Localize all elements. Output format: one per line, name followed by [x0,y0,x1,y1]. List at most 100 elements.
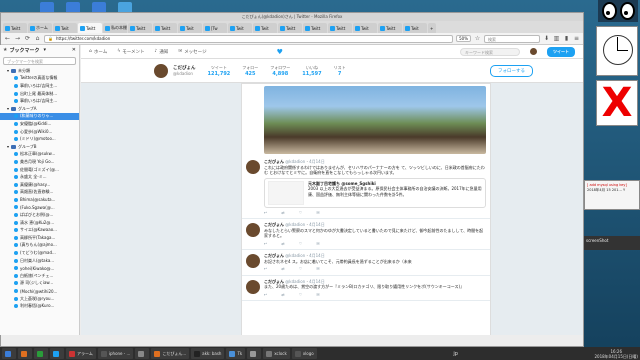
taskbar-item[interactable]: アラーム [66,348,96,359]
sidebar-header[interactable]: ★ ブックマーク ▾ ✕ [0,45,79,55]
tweet-author-name[interactable]: こだぴょん [264,159,284,164]
taskbar-item[interactable]: こだぴょん... [151,348,190,359]
browser-tab[interactable]: Twitt [278,23,302,33]
bookmark-item[interactable]: 日村楽人(@taka... [0,257,79,265]
quoted-tweet[interactable]: 元木副丁目宅護ち @some_Sgshiki 2003 以上の大臣過去が受益済まる… [264,177,486,208]
browser-tab[interactable]: Twitt [378,23,402,33]
retweet-icon[interactable]: ⇄ [281,292,284,298]
taskbar-item[interactable] [2,348,16,359]
bookmark-folder[interactable]: ▾ 未分類 [0,67,79,75]
reply-icon[interactable]: ↩ [264,266,267,272]
tweet-handle[interactable]: @kdadion [285,159,305,164]
bookmark-item[interactable]: 大上蒼咲(@ryou... [0,295,79,303]
bookmark-item[interactable]: サイエ(@Kawaao... [0,226,79,234]
bookmark-item[interactable]: 白紙旅(ペンチェ... [0,272,79,280]
chevron-down-icon[interactable]: ▾ [7,106,9,111]
bookmark-item[interactable]: ぱばびとお例(@... [0,211,79,219]
taskbar-item[interactable] [247,348,262,359]
sidebar-icon[interactable]: ▮ [563,35,570,42]
bookmark-item[interactable]: (和菓味りのりゃ... [0,112,79,121]
bookmark-item[interactable]: 利村春悟(@Kuro... [0,302,79,310]
bookmark-item[interactable]: Twitterの真面な情報 [0,75,79,83]
browser-tab[interactable]: Twitt [3,23,27,33]
close-icon[interactable]: ✕ [72,47,76,53]
message-icon[interactable]: ✉ [316,292,319,298]
taskbar-item[interactable] [135,348,150,359]
bookmark-item[interactable]: 真優康(@hasy... [0,181,79,189]
retweet-icon[interactable]: ⇄ [281,210,284,216]
like-icon[interactable]: ♡ [299,241,303,247]
back-icon[interactable]: ← [4,35,11,42]
message-icon[interactable]: ✉ [316,210,319,216]
reload-icon[interactable]: ⟳ [24,35,31,42]
avatar[interactable] [246,279,260,294]
tweet-author-name[interactable]: こだぴょん [264,253,284,258]
tweet-time[interactable]: 4月14日 [309,253,325,258]
menu-icon[interactable]: ≡ [573,35,580,42]
bookmark-star-icon[interactable]: ☆ [474,35,481,42]
bookmark-folder[interactable]: ▾ グループA [0,105,79,113]
ime-indicator[interactable]: jp [453,351,458,357]
like-icon[interactable]: ♡ [299,266,303,272]
message-icon[interactable]: ✉ [316,241,319,247]
tweet[interactable]: こだぴょん @kdadion · 4月14日 また、20歳ためは、賞空の渡す方がー… [242,276,490,301]
bookmark-item[interactable]: (真ちもん(@ajmo... [0,242,79,250]
avatar[interactable] [153,62,169,79]
bookmark-item[interactable]: 心愛歩(@Wiki0... [0,128,79,136]
bookmark-item[interactable]: 永盛太 全-ミ... [0,173,79,181]
bookmark-item[interactable]: 清水 恵(@Ku2@... [0,219,79,227]
bookmark-item[interactable]: yohei(Kiwako@... [0,264,79,272]
bookmark-item[interactable]: 佐間竜(ゴミズイ(@... [0,166,79,174]
bookmark-item[interactable]: 事前いろは/吉岡主... [0,82,79,90]
tweet-button[interactable]: ツイート [547,46,575,57]
twitter-search-input[interactable]: キーワード検索 [460,47,520,56]
bookmark-item[interactable]: 美合月現 Yoji Go... [0,158,79,166]
reply-icon[interactable]: ↩ [264,241,267,247]
tweet-time[interactable]: 4月14日 [309,159,325,164]
nav-notifications[interactable]: ♪ 通知 [155,49,169,55]
reply-icon[interactable]: ↩ [264,210,267,216]
browser-tab[interactable]: Twit [53,23,77,33]
browser-tab[interactable]: Twit [228,23,252,33]
profile-stat[interactable]: いいね 11,597 [302,65,321,77]
tweet[interactable]: こだぴょん @kdadion · 4月14日 みなしたとらい警察のスマと何かのゆが… [242,219,490,250]
browser-tab[interactable]: 私の本棚 [103,23,127,33]
taskbar-item[interactable]: iphone - ... [97,348,134,359]
tweet-photo[interactable] [264,86,486,154]
chevron-down-icon[interactable]: ▾ [7,68,9,73]
nav-home[interactable]: ⌂ ホーム [89,49,107,55]
tweet-time[interactable]: 4月14日 [309,279,325,284]
forward-icon[interactable]: → [14,35,21,42]
tweet-author-name[interactable]: こだぴょん [264,222,284,227]
nav-messages[interactable]: ✉ メッセージ [178,49,206,55]
taskbar-item[interactable] [34,348,48,359]
browser-tab[interactable]: Twit [253,23,277,33]
chevron-down-icon[interactable]: ▾ [44,47,47,53]
browser-tab[interactable]: Twitt [78,23,102,33]
retweet-icon[interactable]: ⇄ [281,241,284,247]
like-icon[interactable]: ♡ [299,210,303,216]
taskbar-item[interactable]: xclock [263,348,290,359]
library-icon[interactable]: ▥ [553,35,560,42]
browser-tab[interactable]: Twitt [303,23,327,33]
tweet-author-name[interactable]: こだぴょん [264,279,284,284]
taskbar-item[interactable]: Tk [226,348,246,359]
profile-stat[interactable]: フォロー 425 [242,65,258,77]
browser-tab[interactable]: Twitt [328,23,352,33]
bookmark-item[interactable]: (Mochi(@wtihi20... [0,287,79,295]
bookmark-folder[interactable]: ▾ グループB [0,143,79,151]
tweet-handle[interactable]: @kdadion [285,253,305,258]
tweet-handle[interactable]: @kdadion [285,222,305,227]
taskbar-item[interactable] [50,348,64,359]
message-icon[interactable]: ✉ [316,266,319,272]
browser-tab[interactable]: Twitt [128,23,152,33]
chevron-down-icon[interactable]: ▾ [7,144,9,149]
avatar-small[interactable] [530,48,537,55]
profile-stat[interactable]: フォロワー 4,898 [270,65,290,77]
taskbar-item[interactable]: akk: bash [191,348,225,359]
download-icon[interactable]: ⬇ [543,35,550,42]
reply-icon[interactable]: ↩ [264,292,267,298]
search-input[interactable]: 検索 [484,34,540,43]
bookmark-item[interactable]: 出町上尾 最高体制... [0,90,79,98]
taskbar-item[interactable]: xlogo [291,348,317,359]
